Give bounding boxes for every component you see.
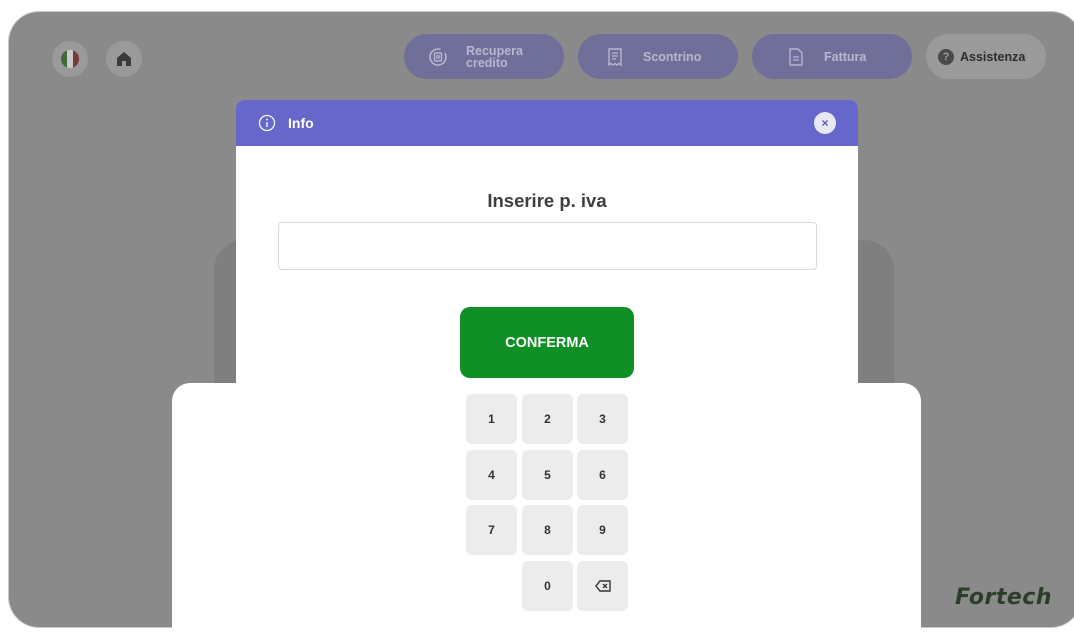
invoice-button[interactable]: Fattura — [752, 34, 912, 79]
home-icon — [117, 52, 131, 66]
backspace-key[interactable] — [577, 561, 628, 611]
dialog-header-title: Info — [288, 115, 314, 131]
key-8[interactable]: 8 — [522, 505, 573, 555]
kiosk-frame: Recupera credito Scontrino Fattura ? Ass… — [0, 0, 1074, 643]
brand-logo: Fortech — [955, 585, 1052, 610]
backspace-icon — [594, 580, 611, 592]
help-icon: ? — [938, 48, 954, 65]
info-icon — [258, 114, 276, 132]
key-2[interactable]: 2 — [522, 394, 573, 444]
confirm-button[interactable]: CONFERMA — [460, 307, 634, 378]
help-label: Assistenza — [960, 49, 1026, 64]
key-6[interactable]: 6 — [577, 450, 628, 500]
key-4[interactable]: 4 — [466, 450, 517, 500]
vat-dialog: Info × Inserire p. iva CONFERMA — [236, 100, 858, 400]
home-button[interactable] — [106, 41, 142, 77]
recover-label-line2: credito — [466, 55, 508, 70]
invoice-icon — [786, 47, 806, 67]
key-9[interactable]: 9 — [577, 505, 628, 555]
dialog-title: Inserire p. iva — [487, 190, 607, 211]
language-button[interactable] — [52, 41, 88, 77]
receipt-label: Scontrino — [643, 49, 702, 64]
credit-refresh-icon — [428, 47, 448, 67]
key-7[interactable]: 7 — [466, 505, 517, 555]
vat-number-input[interactable] — [278, 222, 817, 270]
key-3[interactable]: 3 — [577, 394, 628, 444]
key-5[interactable]: 5 — [522, 450, 573, 500]
key-1[interactable]: 1 — [466, 394, 517, 444]
keypad-panel: 1 2 3 4 5 6 7 8 9 0 — [172, 383, 921, 643]
recover-credit-label: Recupera credito — [466, 44, 523, 70]
invoice-label: Fattura — [824, 49, 867, 64]
receipt-icon — [605, 47, 625, 67]
dialog-header: Info × — [236, 100, 858, 146]
italy-flag-icon — [61, 50, 79, 68]
receipt-button[interactable]: Scontrino — [578, 34, 738, 79]
key-0[interactable]: 0 — [522, 561, 573, 611]
recover-credit-button[interactable]: Recupera credito — [404, 34, 564, 79]
close-icon[interactable]: × — [814, 112, 836, 134]
help-button[interactable]: ? Assistenza — [926, 34, 1046, 79]
